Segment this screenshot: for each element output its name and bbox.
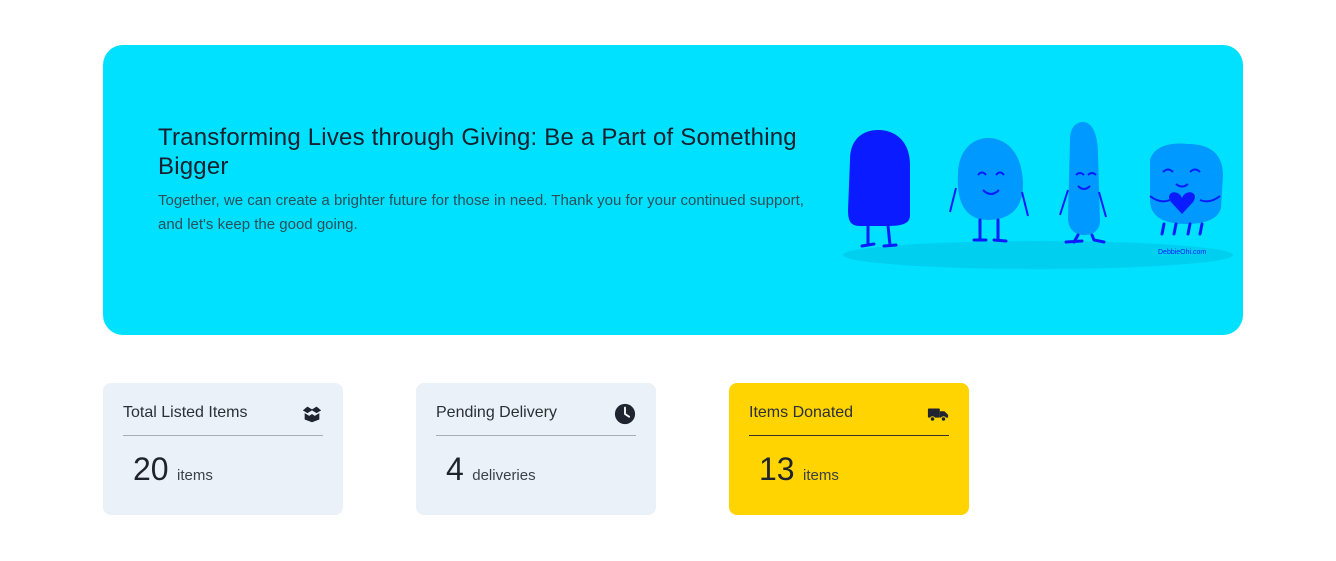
card-value: 20 items: [133, 451, 213, 488]
stat-unit: items: [803, 467, 839, 484]
stat-card-total-listed[interactable]: Total Listed Items 20 items: [103, 383, 343, 515]
stat-unit: deliveries: [472, 467, 536, 484]
card-header: Items Donated: [749, 383, 949, 436]
card-header: Total Listed Items: [123, 383, 323, 436]
illustration-signature: DebbieOhi.com: [1158, 249, 1206, 256]
banner-title: Transforming Lives through Giving: Be a …: [158, 124, 797, 180]
stat-number: 4: [446, 451, 464, 487]
truck-icon: [927, 408, 949, 422]
stat-card-items-donated[interactable]: Items Donated 13 items: [729, 383, 969, 515]
stat-unit: items: [177, 467, 213, 484]
card-title: Items Donated: [749, 404, 854, 421]
card-header: Pending Delivery: [436, 383, 636, 436]
card-value: 4 deliveries: [446, 451, 536, 488]
hero-banner: Transforming Lives through Giving: Be a …: [103, 45, 1243, 335]
stat-card-pending-delivery[interactable]: Pending Delivery 4 deliveries: [416, 383, 656, 515]
card-title: Total Listed Items: [123, 404, 248, 421]
banner-text: Transforming Lives through Giving: Be a …: [158, 123, 818, 237]
clock-icon: [614, 403, 636, 425]
stat-number: 13: [759, 451, 795, 487]
stat-number: 20: [133, 451, 169, 487]
illustration: DebbieOhi.com: [843, 122, 1233, 269]
card-value: 13 items: [759, 451, 839, 488]
banner-description: Together, we can create a brighter futur…: [158, 192, 804, 233]
character-round-blob: [949, 138, 1029, 243]
card-title: Pending Delivery: [436, 404, 557, 421]
character-heart-blob: [1149, 143, 1223, 236]
character-dark-blob: [848, 130, 910, 248]
stats-cards: Total Listed Items 20 items Pending Deli…: [103, 383, 973, 515]
character-tall-blob: [1059, 122, 1107, 244]
box-icon: [302, 406, 322, 423]
